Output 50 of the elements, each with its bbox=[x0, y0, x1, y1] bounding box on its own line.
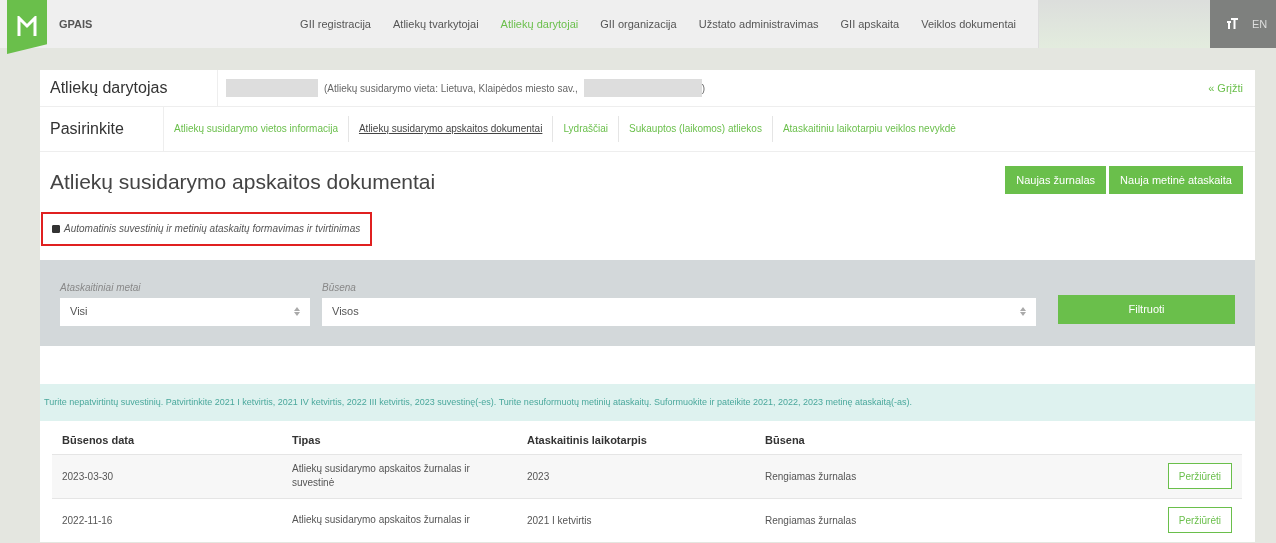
column-header: Ataskaitinis laikotarpis bbox=[517, 427, 755, 454]
nav-link[interactable]: GII registracija bbox=[300, 15, 371, 33]
select-value: Visos bbox=[332, 304, 359, 320]
nav-link[interactable]: Atliekų darytojai bbox=[500, 15, 579, 33]
nav-link[interactable]: GII organizacija bbox=[600, 15, 677, 33]
table-cell: 2022-11-16 bbox=[52, 498, 282, 542]
nav-link[interactable]: Atliekų tvarkytojai bbox=[393, 15, 479, 33]
table-cell: Rengiamas žurnalas bbox=[755, 498, 1047, 542]
select-value: Visi bbox=[70, 304, 88, 320]
select-field[interactable]: Visos bbox=[322, 297, 1036, 326]
section-tab[interactable]: Lydraščiai bbox=[552, 116, 619, 142]
notice-alert: Turite nepatvirtintų suvestinių. Patvirtinkite 2021 I ketvirtis, 2021 IV ketvirtis, 2022 III ketvirtis, 2023 suvestinę(-es). Turite nesuformuotų metinių ataskaitų. Suformuokite ir pateikite 2021, 2022, 2023 metinę ataskaitą(-as). bbox=[40, 383, 1255, 421]
choose-label: Pasirinkite bbox=[40, 107, 164, 151]
checkbox[interactable] bbox=[52, 224, 60, 233]
page-title: Atliekų susidarymo apskaitos dokumentai bbox=[50, 169, 436, 195]
view-button[interactable]: Peržiūrėti bbox=[1167, 463, 1232, 489]
logo-icon[interactable] bbox=[7, 0, 47, 54]
location-text: (Atliekų susidarymo vieta: Lietuva, Klaipėdos miesto sav., bbox=[324, 81, 578, 96]
section-tab[interactable]: Ataskaitiniu laikotarpiu veiklos nevykdė bbox=[771, 116, 966, 142]
checkbox-label: Automatinis suvestinių ir metinių ataskaitų formavimas ir tvirtinimas bbox=[64, 222, 361, 236]
nav-link[interactable]: Veiklos dokumentai bbox=[921, 15, 1016, 33]
producer-label: Atliekų darytojas bbox=[40, 70, 218, 106]
table-cell: Rengiamas žurnalas bbox=[755, 454, 1047, 498]
sort-caret-icon bbox=[294, 307, 300, 316]
filter-label: Būsena bbox=[322, 280, 357, 295]
back-link[interactable]: « Grįžti bbox=[1208, 79, 1243, 97]
view-button[interactable]: Peržiūrėti bbox=[1167, 507, 1232, 534]
sort-caret-icon bbox=[1020, 307, 1026, 316]
column-header: Tipas bbox=[282, 427, 517, 454]
language-link[interactable]: EN bbox=[1252, 15, 1268, 33]
table-cell: 2023-03-30 bbox=[52, 454, 282, 498]
location-text: ) bbox=[701, 81, 706, 96]
filter-label: Ataskaitiniai metai bbox=[60, 280, 142, 295]
column-header: Būsenos data bbox=[52, 427, 282, 454]
text-size-icon[interactable] bbox=[1226, 18, 1238, 30]
section-tab[interactable]: Sukauptos (laikomos) atliekos bbox=[618, 116, 772, 142]
app-name: GPAIS bbox=[59, 16, 93, 32]
section-tab[interactable]: Atliekų susidarymo apskaitos dokumentai bbox=[347, 116, 553, 142]
column-header: Būsena bbox=[755, 427, 1047, 454]
nav-link[interactable]: Užstato administravimas bbox=[698, 15, 819, 33]
table-cell: 2023 bbox=[517, 454, 755, 498]
select-field[interactable]: Visi bbox=[60, 297, 310, 326]
action-button[interactable]: Nauja metinė ataskaita bbox=[1109, 166, 1243, 194]
section-tab[interactable]: Atliekų susidarymo vietos informacija bbox=[164, 116, 348, 142]
table-cell: 2021 I ketvirtis bbox=[517, 498, 755, 542]
table-cell: Atliekų susidarymo apskaitos žurnalas ir suvestinė bbox=[282, 454, 517, 498]
table-cell: Atliekų susidarymo apskaitos žurnalas ir bbox=[282, 498, 517, 542]
filter-button[interactable]: Filtruoti bbox=[1058, 294, 1235, 324]
nav-link[interactable]: GII apskaita bbox=[840, 15, 900, 33]
action-button[interactable]: Naujas žurnalas bbox=[1005, 166, 1107, 194]
